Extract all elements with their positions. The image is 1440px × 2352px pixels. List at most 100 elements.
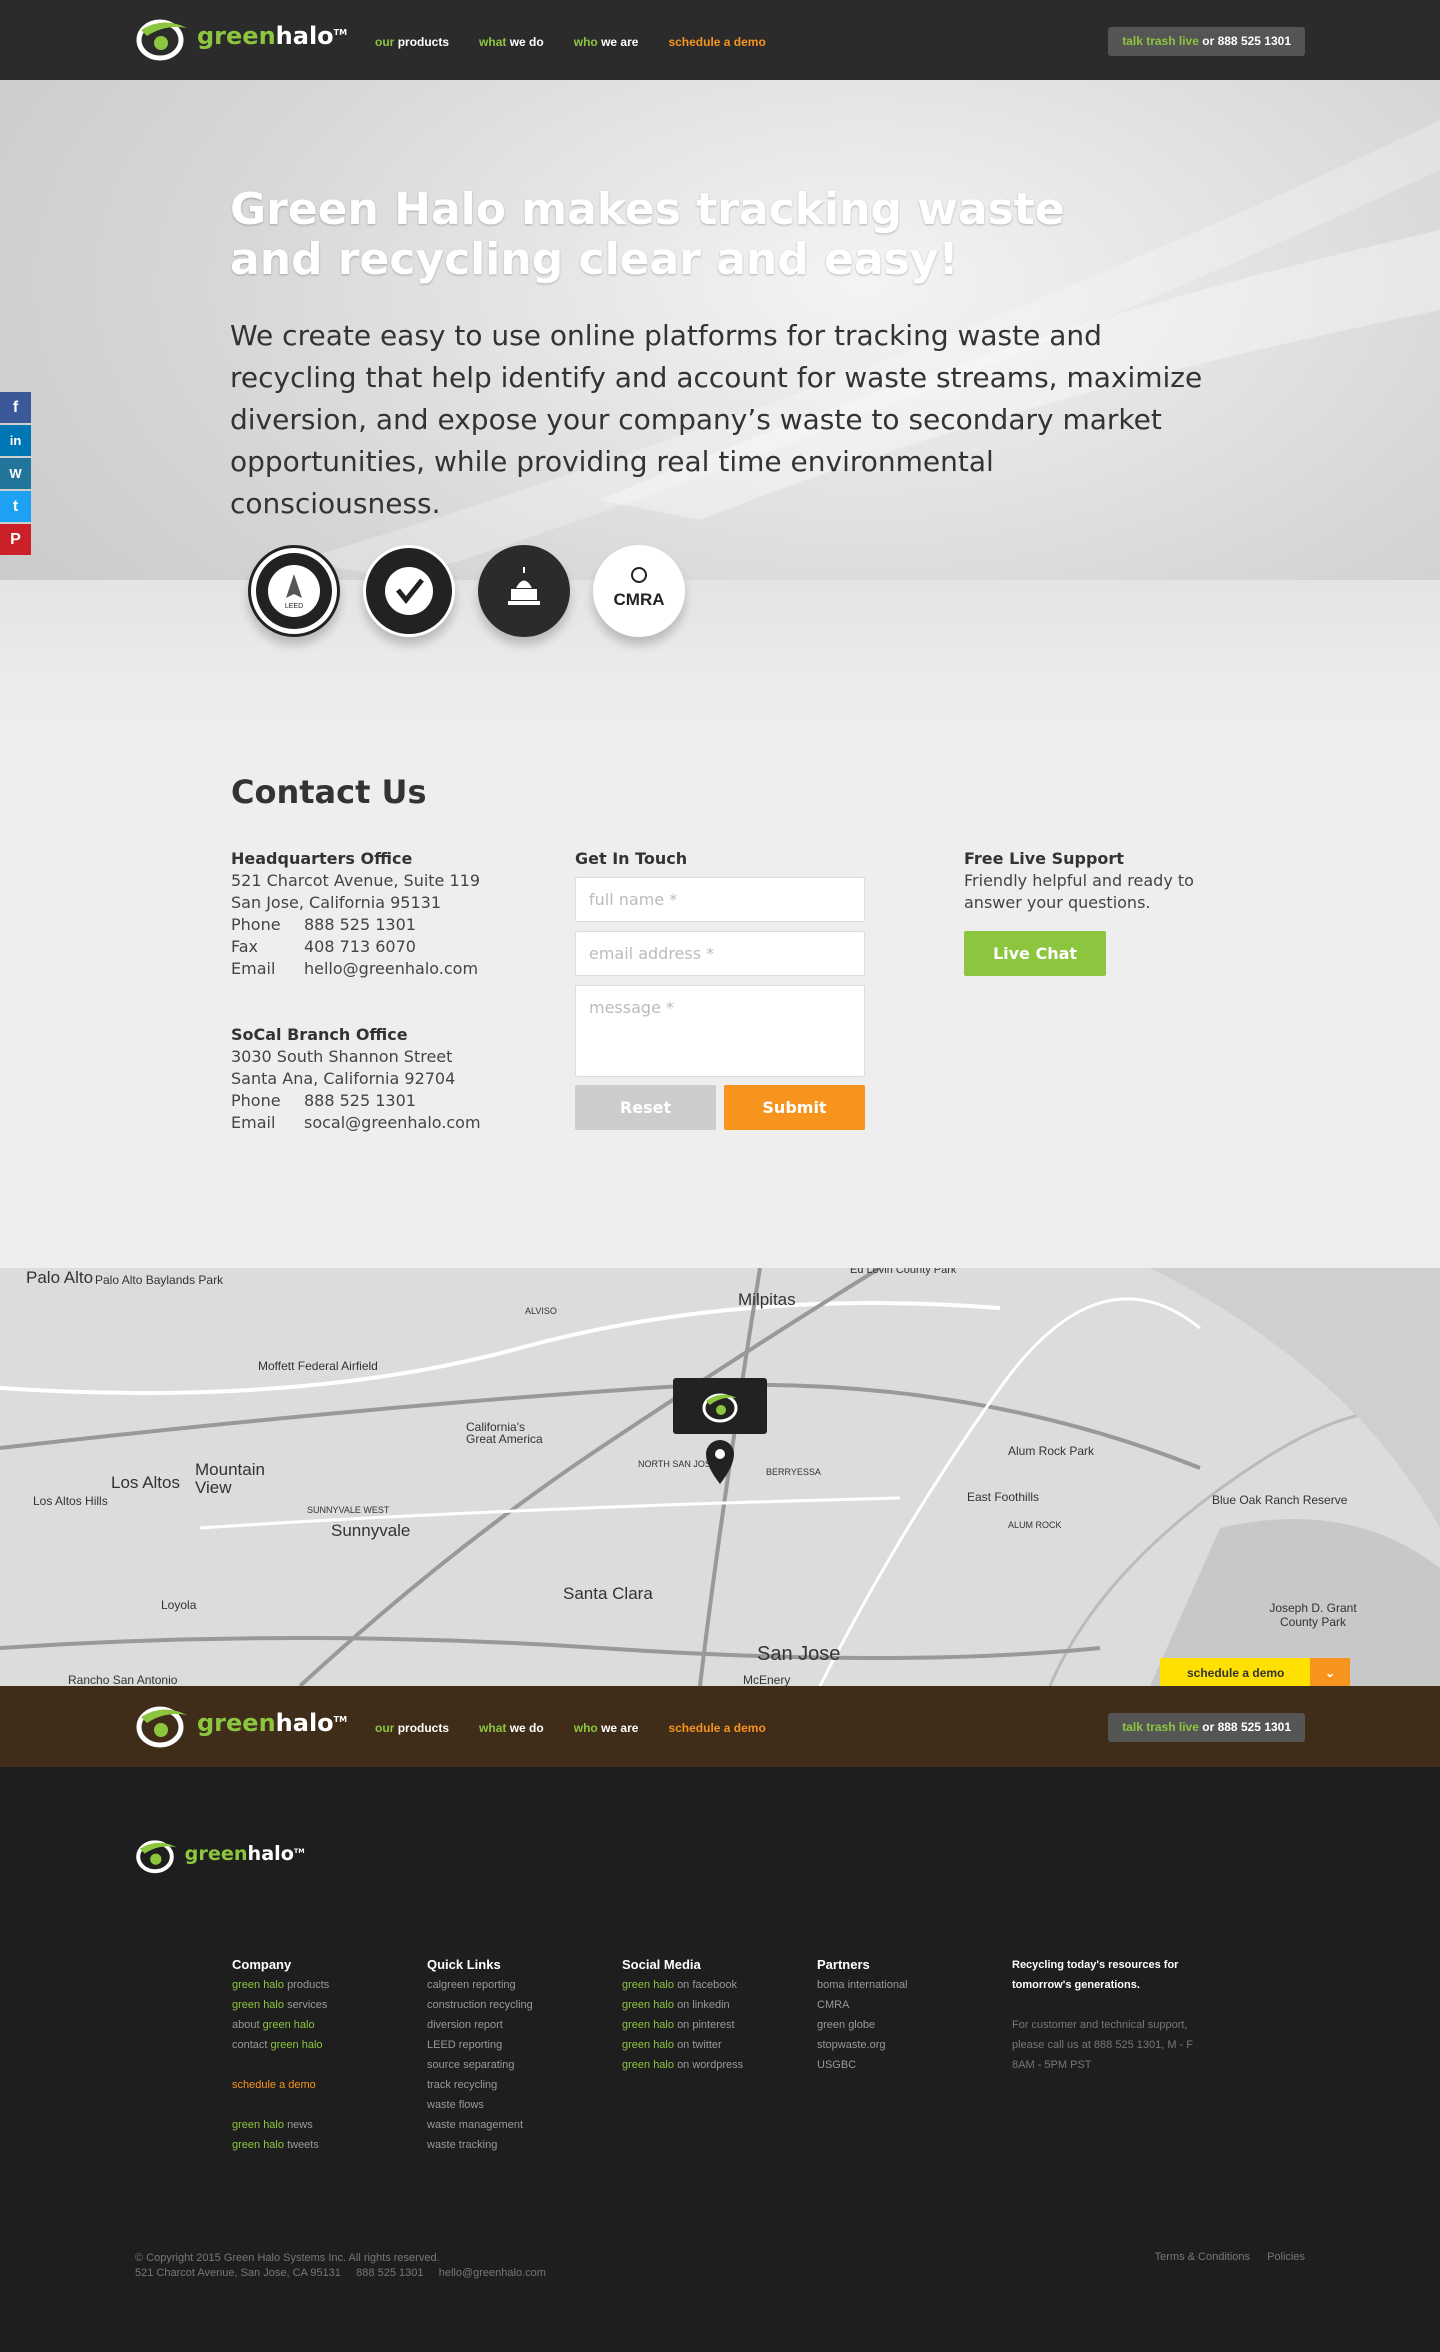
facebook-icon[interactable]: f: [0, 392, 31, 423]
map-label-ed-levin: Ed Levin County Park: [850, 1268, 957, 1276]
live-support: Free Live Support Friendly helpful and r…: [964, 848, 1224, 914]
map-label-rancho-san-antonio: Rancho San Antonio: [68, 1673, 178, 1686]
twitter-icon[interactable]: t: [0, 491, 31, 522]
location-map[interactable]: Palo Alto Palo Alto Baylands Park Moffet…: [0, 1268, 1440, 1686]
footer-link[interactable]: CMRA: [817, 1995, 908, 2015]
footer-link[interactable]: source separating: [427, 2055, 533, 2075]
logo-text: greenhaloTM: [197, 1709, 348, 1737]
social-share-bar: f in W t P: [0, 392, 31, 557]
talk-trash-button[interactable]: talk trash live or 888 525 1301: [1108, 27, 1305, 56]
footer-nav-logo[interactable]: greenhaloTM: [135, 1701, 347, 1751]
map-label-loyola: Loyola: [161, 1598, 197, 1612]
nav-who-we-are[interactable]: who we are: [558, 0, 654, 90]
terms-link[interactable]: Terms & Conditions: [1155, 2251, 1250, 2263]
footer-address: 521 Charcot Avenue, San Jose, CA 95131 8…: [135, 2267, 546, 2279]
socal-email-label: Email: [231, 1113, 276, 1132]
nav-what-we-do[interactable]: what we do: [464, 1686, 559, 1766]
footer-link[interactable]: LEED reporting: [427, 2035, 533, 2055]
footer-link[interactable]: waste tracking: [427, 2135, 533, 2155]
nav-who-we-are[interactable]: who we are: [559, 1686, 654, 1766]
nav-our-products[interactable]: our products: [360, 1686, 464, 1766]
footer-link[interactable]: USGBC: [817, 2055, 908, 2075]
nav-schedule-demo[interactable]: schedule a demo: [653, 0, 780, 80]
footer-link[interactable]: waste management: [427, 2115, 533, 2135]
halo-logo-icon: [136, 1840, 177, 1874]
get-in-touch-heading: Get In Touch: [575, 849, 688, 868]
submit-button[interactable]: Submit: [724, 1085, 865, 1130]
logo[interactable]: greenhaloTM: [135, 14, 347, 64]
copyright: © Copyright 2015 Green Halo Systems Inc.…: [135, 2251, 546, 2281]
hq-phone-label: Phone: [231, 915, 281, 934]
map-label-alum-rock: ALUM ROCK: [1008, 1520, 1062, 1530]
map-label-east-foothills: East Foothills: [967, 1490, 1040, 1504]
wordpress-icon[interactable]: W: [0, 458, 31, 489]
hq-office: Headquarters Office 521 Charcot Avenue, …: [231, 848, 511, 980]
nav-schedule-demo[interactable]: schedule a demo: [653, 1686, 780, 1766]
footer-quick-heading: Quick Links: [427, 1957, 501, 1972]
footer-nav: greenhaloTM our products what we do who …: [0, 1686, 1440, 1767]
map-label-mcenery: McEnery: [743, 1673, 791, 1686]
map-logo-popup[interactable]: [673, 1378, 767, 1434]
socal-heading: SoCal Branch Office: [231, 1025, 408, 1044]
full-name-field[interactable]: full name *: [575, 877, 865, 922]
message-field[interactable]: message *: [575, 985, 865, 1077]
capitol-icon: [478, 545, 570, 637]
socal-email[interactable]: socal@greenhalo.com: [304, 1112, 481, 1134]
footer-link[interactable]: boma international: [817, 1975, 908, 1995]
footer-link[interactable]: green globe: [817, 2015, 908, 2035]
svg-text:CMRA: CMRA: [614, 590, 665, 609]
footer-schedule-demo[interactable]: schedule a demo: [232, 2075, 329, 2095]
footer-link[interactable]: green halo news: [232, 2115, 329, 2135]
socal-phone-label: Phone: [231, 1091, 281, 1110]
footer-link[interactable]: calgreen reporting: [427, 1975, 533, 1995]
hq-heading: Headquarters Office: [231, 849, 413, 868]
footer-link[interactable]: stopwaste.org: [817, 2035, 908, 2055]
footer-link[interactable]: green halo on wordpress: [622, 2055, 743, 2075]
main-nav: our products what we do who we are sched…: [360, 0, 781, 90]
nav-our-products[interactable]: our products: [360, 0, 464, 80]
logo-text: greenhaloTM: [184, 1842, 305, 1865]
footer-support: For customer and technical support, plea…: [1012, 2019, 1193, 2071]
halo-logo-icon: [136, 19, 187, 61]
hero-body: We create easy to use online platforms f…: [230, 319, 1203, 520]
hq-fax-label: Fax: [231, 937, 259, 956]
talk-trash-button[interactable]: talk trash live or 888 525 1301: [1108, 1713, 1305, 1742]
map-label-sunnyvale-west: SUNNYVALE WEST: [307, 1505, 390, 1515]
socal-office: SoCal Branch Office 3030 South Shannon S…: [231, 1024, 511, 1134]
footer-link[interactable]: green halo on facebook: [622, 1975, 743, 1995]
footer-logo[interactable]: greenhaloTM: [135, 1836, 305, 1876]
linkedin-icon[interactable]: in: [0, 425, 31, 456]
footer-link[interactable]: green halo on twitter: [622, 2035, 743, 2055]
footer-link[interactable]: about green halo: [232, 2015, 329, 2035]
footer-link[interactable]: contact green halo: [232, 2035, 329, 2055]
footer-link[interactable]: waste flows: [427, 2095, 533, 2115]
footer-link[interactable]: green halo on pinterest: [622, 2015, 743, 2035]
map-label-blue-oak-ranch: Blue Oak Ranch Reserve: [1212, 1493, 1348, 1507]
footer-link[interactable]: green halo products: [232, 1975, 329, 1995]
hero-fade: [0, 580, 1440, 760]
legal-links: Terms & Conditions Policies: [1141, 2251, 1305, 2263]
support-heading: Free Live Support: [964, 849, 1124, 868]
policies-link[interactable]: Policies: [1267, 2251, 1305, 2263]
pinterest-icon[interactable]: P: [0, 524, 31, 555]
hq-address-line1: 521 Charcot Avenue, Suite 119: [231, 871, 481, 890]
map-label-santa-clara: Santa Clara: [563, 1584, 653, 1603]
map-label-palo-alto: Palo Alto: [26, 1268, 94, 1287]
socal-phone[interactable]: 888 525 1301: [304, 1090, 416, 1112]
footer-link[interactable]: green halo on linkedin: [622, 1995, 743, 2015]
usgbc-leed-badge: LEED: [248, 545, 340, 637]
schedule-demo-tab[interactable]: schedule a demo ⌄: [1160, 1658, 1350, 1686]
email-field[interactable]: email address *: [575, 931, 865, 976]
live-chat-button[interactable]: Live Chat: [964, 931, 1106, 976]
hq-phone[interactable]: 888 525 1301: [304, 914, 416, 936]
reset-button[interactable]: Reset: [575, 1085, 716, 1130]
nav-what-we-do[interactable]: what we do: [464, 0, 559, 80]
hq-email[interactable]: hello@greenhalo.com: [304, 958, 478, 980]
map-pin-icon[interactable]: [706, 1440, 734, 1484]
footer-link[interactable]: green halo tweets: [232, 2135, 329, 2155]
footer-link[interactable]: diversion report: [427, 2015, 533, 2035]
footer-link[interactable]: green halo services: [232, 1995, 329, 2015]
footer-partners: Partners boma international CMRA green g…: [817, 1955, 908, 2075]
footer-link[interactable]: construction recycling: [427, 1995, 533, 2015]
footer-link[interactable]: track recycling: [427, 2075, 533, 2095]
